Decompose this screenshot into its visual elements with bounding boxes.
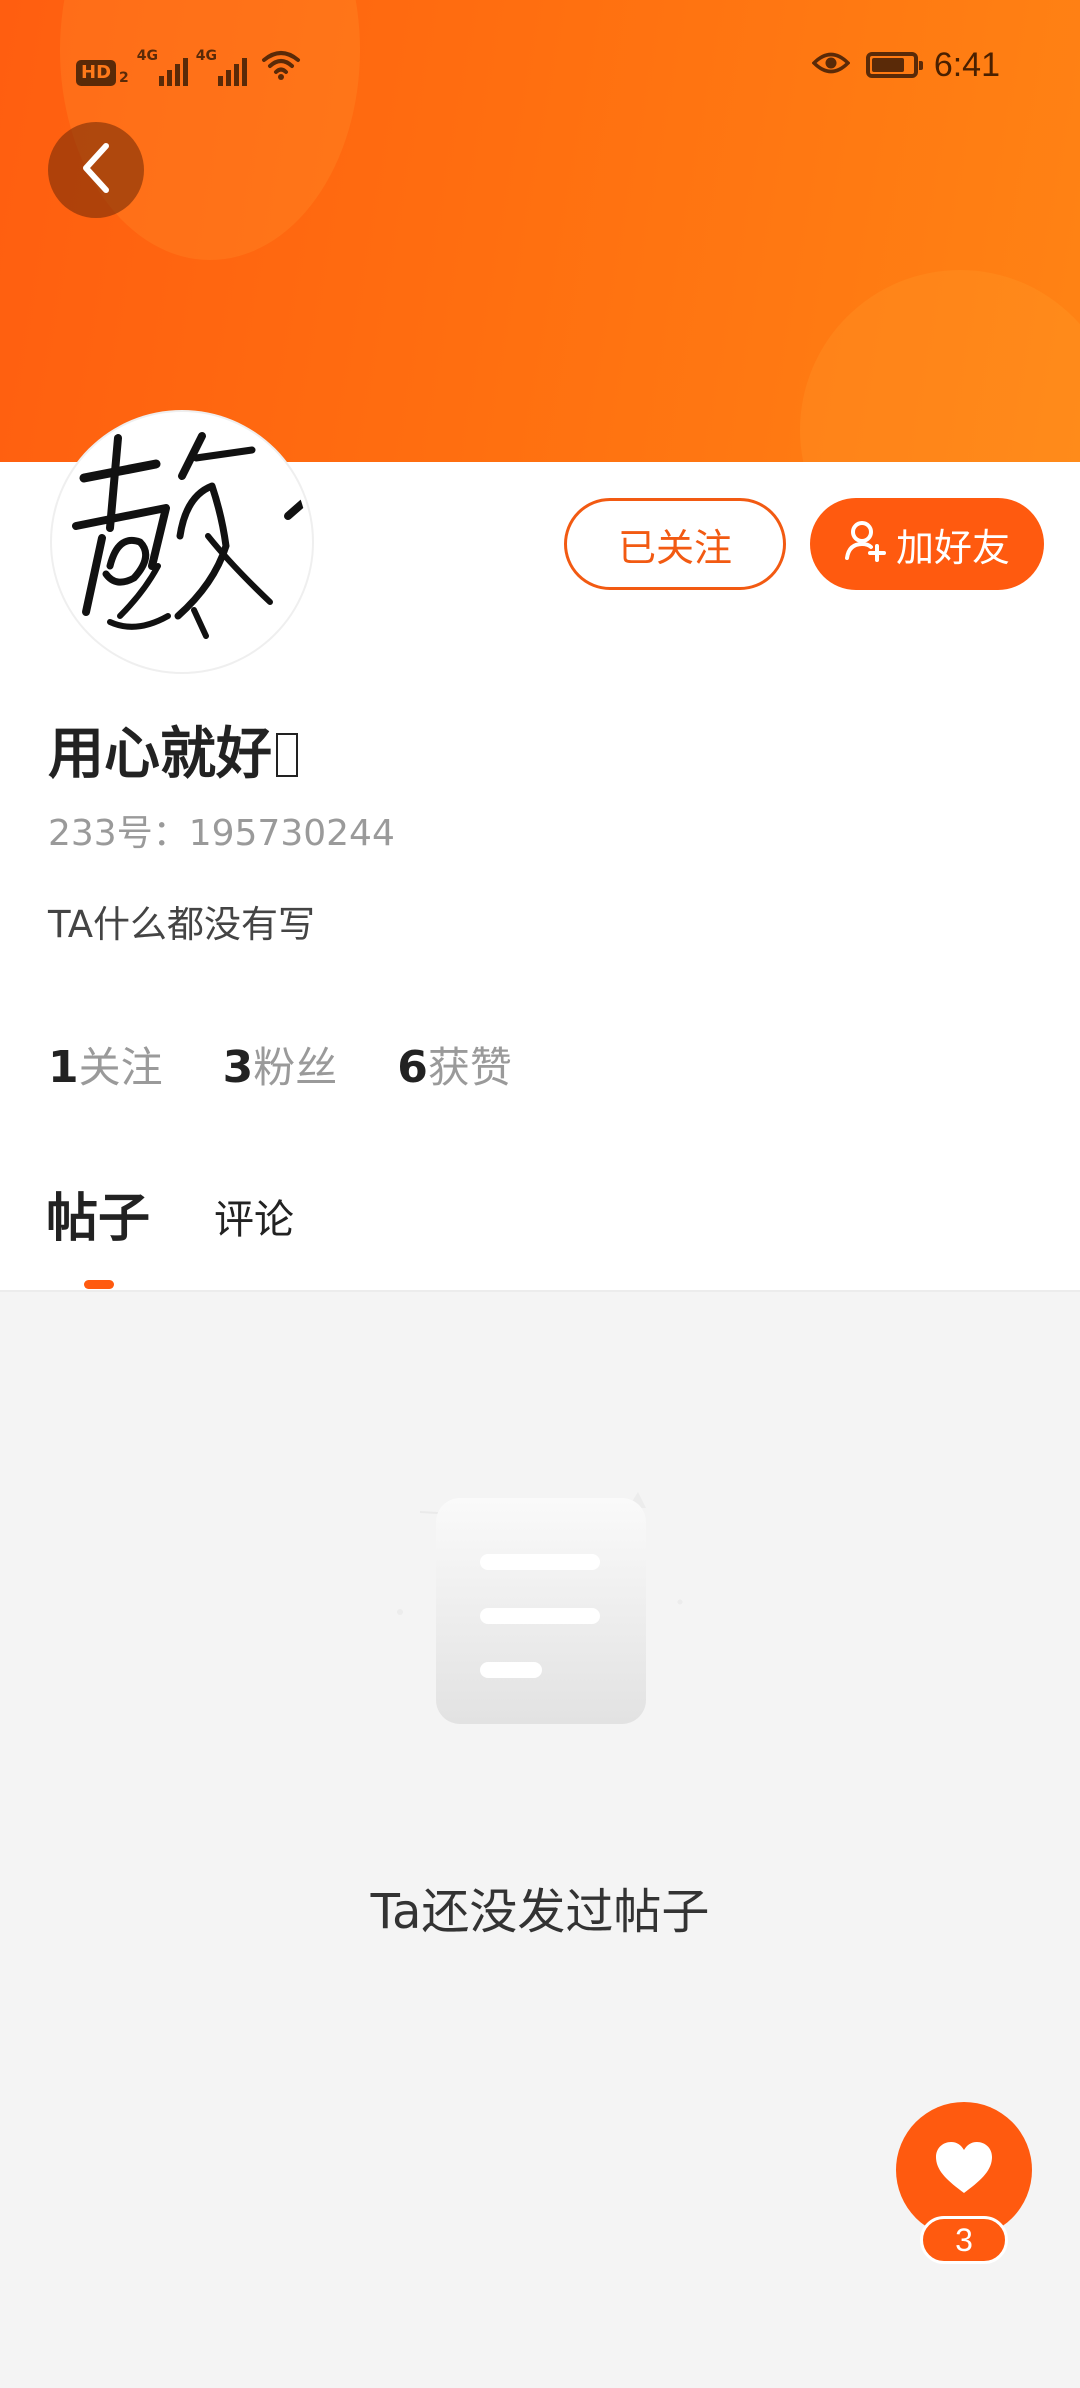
signal-bar [241, 58, 247, 86]
following-label: 关注 [78, 1043, 163, 1092]
fans-count: 3 [222, 1042, 254, 1093]
status-bar-left: HD 2 4G 4G [76, 46, 301, 86]
username-glyph-box [276, 733, 298, 777]
signal-bar [158, 76, 164, 86]
empty-state-message: Ta还没发过帖子 [370, 1884, 710, 1940]
battery-level [871, 58, 904, 72]
avatar-calligraphy-image [72, 432, 308, 639]
hd-badge: HD [76, 60, 117, 86]
username-text: 用心就好 [48, 722, 272, 787]
likes-count: 6 [397, 1042, 428, 1093]
signal-bar [166, 70, 172, 86]
battery-icon [865, 52, 923, 78]
status-bar: HD 2 4G 4G 6:41 [0, 0, 1080, 130]
network-type-label: 4G [136, 48, 158, 64]
tab-comments[interactable]: 评论 [214, 1194, 294, 1246]
network-type-label: 4G [195, 48, 217, 64]
signal-bar [174, 64, 180, 86]
back-button[interactable] [48, 122, 144, 218]
followed-button[interactable]: 已关注 [564, 498, 786, 590]
add-user-icon [844, 518, 888, 571]
signal-icon: 4G [196, 48, 247, 86]
like-count-badge: 3 [920, 2216, 1008, 2264]
likes-label: 获赞 [427, 1043, 512, 1092]
fans-label: 粉丝 [253, 1043, 338, 1092]
status-bar-right: 6:41 [811, 40, 1000, 90]
profile-stats: 1关注 3粉丝 6获赞 [48, 1040, 512, 1105]
document-icon [380, 1442, 700, 1732]
signal-bar [182, 58, 188, 86]
add-friend-label: 加好友 [895, 525, 1010, 570]
hd-voice-icon: HD 2 [76, 60, 129, 86]
add-friend-button[interactable]: 加好友 [810, 498, 1044, 590]
stat-fans[interactable]: 3粉丝 [223, 1040, 338, 1105]
user-bio: TA什么都没有写 [48, 903, 316, 946]
signal-bar [225, 70, 231, 86]
user-id-value: 195730244 [188, 813, 395, 854]
wifi-icon [261, 48, 301, 86]
profile-page: HD 2 4G 4G 6:41 已关注 加好友 用心就好 233号：195730… [0, 0, 1080, 2388]
heart-icon [934, 2141, 994, 2199]
header-decoration [800, 270, 1080, 462]
posts-content-area: Ta还没发过帖子 [0, 1290, 1080, 2388]
username: 用心就好 [48, 720, 298, 790]
signal-bar [217, 76, 223, 86]
followed-button-label: 已关注 [617, 525, 732, 570]
eye-icon [811, 50, 851, 80]
active-tab-indicator [84, 1280, 114, 1289]
signal-bar [233, 64, 239, 86]
user-id: 233号：195730244 [48, 810, 395, 858]
signal-icon: 4G [137, 48, 188, 86]
battery-tip [918, 61, 923, 70]
back-arrow-icon [76, 142, 116, 198]
hd-sub-label: 2 [119, 70, 129, 86]
stat-likes[interactable]: 6获赞 [397, 1040, 512, 1105]
user-id-label: 233号： [48, 813, 189, 854]
profile-header-banner: HD 2 4G 4G 6:41 [0, 0, 1080, 462]
stat-following[interactable]: 1关注 [48, 1040, 163, 1105]
avatar[interactable] [52, 412, 312, 672]
tab-posts[interactable]: 帖子 [46, 1186, 150, 1252]
following-count: 1 [48, 1042, 79, 1093]
status-time: 6:41 [933, 45, 1000, 84]
